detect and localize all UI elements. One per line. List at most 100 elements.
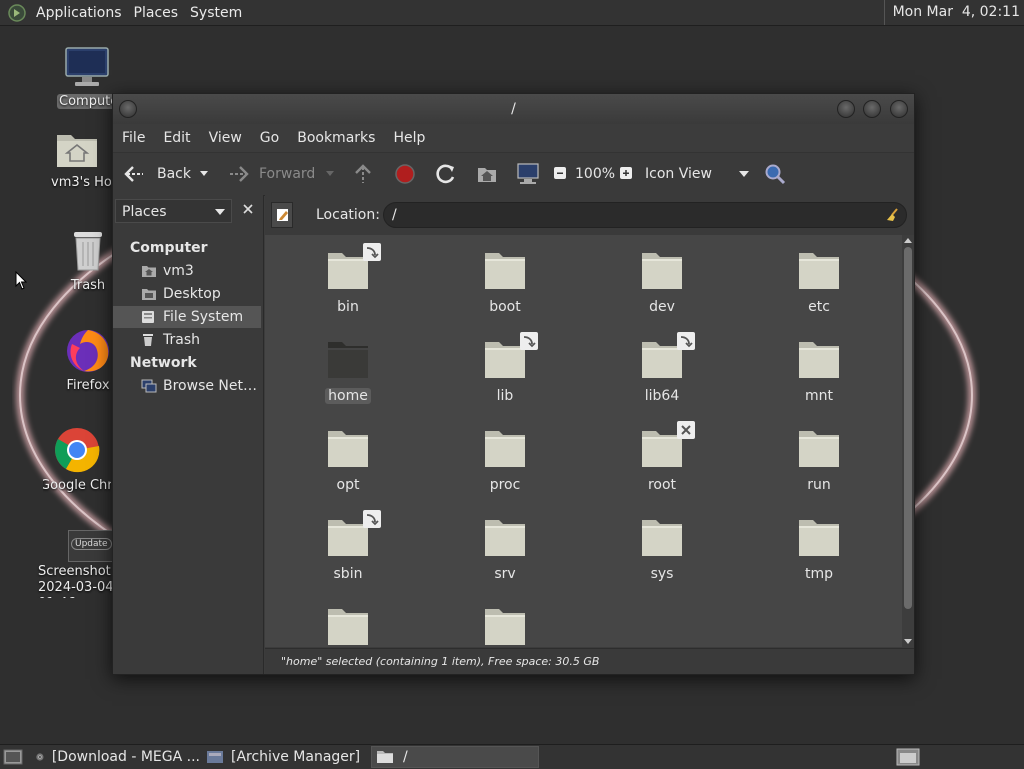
zoom-level: 100% bbox=[575, 166, 616, 182]
reload-icon[interactable] bbox=[435, 153, 457, 195]
desktop-icon-label: Screenshot 2024-03-04 01-46 bbox=[38, 564, 112, 598]
sidebar-item-label: vm3 bbox=[163, 263, 194, 279]
task-file-manager[interactable]: / bbox=[371, 746, 539, 768]
folder-icon bbox=[377, 751, 393, 763]
file-name-label: srv bbox=[494, 566, 516, 582]
menu-view[interactable]: View bbox=[200, 130, 251, 146]
menu-go[interactable]: Go bbox=[251, 130, 288, 146]
distro-logo-icon[interactable] bbox=[8, 3, 26, 22]
file-item-sbin[interactable]: sbin bbox=[288, 510, 408, 582]
forward-history-dropdown-icon[interactable] bbox=[325, 153, 335, 195]
desktop-icon-chrome[interactable]: Google Chrome bbox=[43, 426, 111, 493]
vertical-scrollbar[interactable] bbox=[902, 235, 914, 647]
menu-bookmarks[interactable]: Bookmarks bbox=[288, 130, 384, 146]
folder-icon bbox=[485, 609, 525, 645]
file-item-sys[interactable]: sys bbox=[602, 516, 722, 582]
file-item-root[interactable]: root bbox=[602, 421, 722, 493]
file-item-proc[interactable]: proc bbox=[445, 427, 565, 493]
sidebar-item-file-system[interactable]: File System bbox=[113, 306, 261, 328]
system-menu[interactable]: System bbox=[184, 5, 248, 21]
sidebar-item-trash[interactable]: Trash bbox=[113, 329, 261, 351]
file-icon-view[interactable]: bin boot dev etc home lib lib64 mnt opt proc root r… bbox=[265, 235, 902, 647]
places-sidebar: Places Computer vm3 Desktop File System … bbox=[113, 195, 264, 674]
file-item-mnt[interactable]: mnt bbox=[759, 338, 879, 404]
scrollbar-thumb[interactable] bbox=[904, 247, 912, 609]
archive-icon bbox=[207, 751, 223, 763]
file-item-folder-17[interactable] bbox=[445, 605, 565, 647]
forward-arrow-icon bbox=[230, 166, 249, 182]
stop-icon[interactable] bbox=[394, 153, 416, 195]
search-icon[interactable] bbox=[764, 153, 786, 195]
location-value: / bbox=[392, 207, 397, 223]
pencil-icon bbox=[277, 209, 288, 221]
bottom-taskbar: [Download - MEGA ... [Archive Manager] / bbox=[0, 744, 1024, 769]
back-history-dropdown-icon[interactable] bbox=[199, 153, 209, 195]
up-arrow-icon[interactable] bbox=[353, 153, 373, 195]
folder-icon bbox=[328, 609, 368, 645]
task-download-mega[interactable]: [Download - MEGA ... bbox=[36, 746, 200, 768]
minimize-button[interactable] bbox=[837, 100, 855, 118]
task-archive-manager[interactable]: [Archive Manager] bbox=[206, 746, 366, 768]
sidebar-item-browse-network[interactable]: Browse Net… bbox=[113, 375, 261, 397]
desktop-icon-home[interactable]: vm3's Home bbox=[43, 127, 111, 190]
location-label: Location: bbox=[316, 207, 380, 223]
mouse-cursor-icon bbox=[15, 271, 27, 290]
view-mode-select[interactable]: Icon View bbox=[645, 153, 749, 195]
folder-icon bbox=[799, 520, 839, 556]
menu-edit[interactable]: Edit bbox=[154, 130, 199, 146]
file-item-home[interactable]: home bbox=[288, 338, 408, 404]
file-item-folder-16[interactable] bbox=[288, 605, 408, 647]
sidebar-group-network: Network bbox=[130, 355, 197, 371]
scroll-up-icon[interactable] bbox=[904, 237, 912, 243]
file-item-lib64[interactable]: lib64 bbox=[602, 332, 722, 404]
zoom-in-icon[interactable] bbox=[619, 153, 633, 195]
location-input[interactable]: / bbox=[383, 202, 907, 228]
scroll-down-icon[interactable] bbox=[904, 639, 912, 645]
task-label: [Download - MEGA ... bbox=[51, 749, 200, 765]
home-icon[interactable] bbox=[476, 153, 498, 195]
monitor-icon bbox=[65, 47, 109, 86]
folder-icon bbox=[485, 253, 525, 289]
file-item-opt[interactable]: opt bbox=[288, 427, 408, 493]
file-item-lib[interactable]: lib bbox=[445, 332, 565, 404]
folder-icon bbox=[642, 520, 682, 556]
sidebar-item-label: Trash bbox=[163, 332, 200, 348]
file-item-srv[interactable]: srv bbox=[445, 516, 565, 582]
places-menu[interactable]: Places bbox=[128, 5, 185, 21]
sidebar-item-vm3[interactable]: vm3 bbox=[113, 260, 261, 282]
file-item-dev[interactable]: dev bbox=[602, 249, 722, 315]
file-name-label: lib bbox=[496, 388, 514, 404]
file-item-run[interactable]: run bbox=[759, 427, 879, 493]
forward-button[interactable]: Forward bbox=[226, 153, 315, 195]
clear-broom-icon[interactable] bbox=[885, 208, 899, 222]
location-mode-toggle[interactable] bbox=[271, 202, 293, 228]
show-desktop-icon[interactable] bbox=[3, 748, 23, 766]
file-name-label: etc bbox=[808, 299, 830, 315]
clock[interactable]: Mon Mar 4, 02:11 bbox=[883, 0, 1024, 25]
sidebar-item-desktop[interactable]: Desktop bbox=[113, 283, 261, 305]
window-titlebar[interactable]: / bbox=[113, 94, 914, 124]
trash-icon bbox=[143, 334, 153, 346]
applications-menu[interactable]: Applications bbox=[30, 5, 128, 21]
file-name-label: mnt bbox=[805, 388, 833, 404]
maximize-button[interactable] bbox=[863, 100, 881, 118]
computer-icon[interactable] bbox=[516, 153, 540, 195]
back-button[interactable]: Back bbox=[123, 153, 191, 195]
close-button[interactable] bbox=[890, 100, 908, 118]
file-name-label: root bbox=[647, 477, 677, 493]
zoom-out-icon[interactable] bbox=[553, 153, 567, 195]
desktop-icon-screenshot[interactable]: Update Screenshot 2024-03-04 01-46 bbox=[34, 530, 112, 598]
status-bar: "home" selected (containing 1 item), Fre… bbox=[265, 648, 914, 674]
file-name-label: tmp bbox=[804, 566, 833, 582]
file-name-label: sys bbox=[650, 566, 674, 582]
file-item-tmp[interactable]: tmp bbox=[759, 516, 879, 582]
menu-help[interactable]: Help bbox=[384, 130, 434, 146]
menu-file[interactable]: File bbox=[113, 130, 154, 146]
file-manager-window: / File Edit View Go Bookmarks Help Back bbox=[112, 93, 915, 675]
workspace-switcher-icon[interactable] bbox=[896, 748, 920, 766]
file-item-boot[interactable]: boot bbox=[445, 249, 565, 315]
sidebar-type-select[interactable]: Places bbox=[115, 199, 232, 223]
file-item-bin[interactable]: bin bbox=[288, 243, 408, 315]
file-item-etc[interactable]: etc bbox=[759, 249, 879, 315]
sidebar-close-button[interactable] bbox=[235, 199, 261, 223]
